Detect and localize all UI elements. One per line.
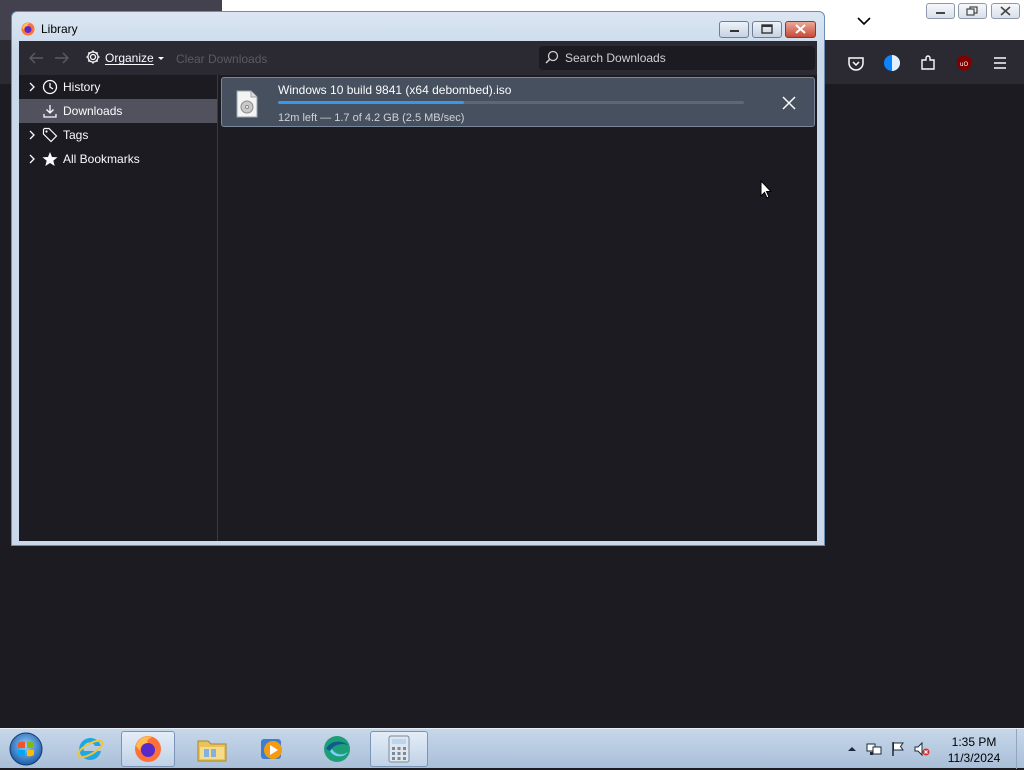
download-icon [42,103,58,119]
library-client-area: Organize Clear Downloads Search Download… [19,41,817,541]
taskbar-green-app[interactable] [310,731,364,767]
download-item[interactable]: Windows 10 build 9841 (x64 debombed).iso… [221,77,815,127]
chevron-right-icon[interactable] [26,81,38,93]
sidebar-item-history[interactable]: History [19,75,217,99]
download-status: 12m left — 1.7 of 4.2 GB (2.5 MB/sec) [278,112,465,124]
taskbar: 1:35 PM 11/3/2024 [0,728,1024,769]
media-player-icon [261,739,282,759]
firefox-icon [135,736,161,762]
svg-text:uO: uO [960,61,969,68]
download-progress-bar [278,101,744,104]
green-app-icon [324,736,350,762]
arrow-left-icon[interactable] [28,51,44,65]
internet-explorer-icon [76,737,104,760]
caret-down-icon [157,51,164,65]
extension-icon[interactable] [882,53,902,73]
taskbar-firefox[interactable] [121,731,175,767]
calculator-icon [388,735,410,763]
background-minimize-button[interactable] [926,3,955,19]
sidebar-item-label: Tags [63,128,89,142]
puzzle-extensions-icon[interactable] [918,53,938,73]
background-restore-button[interactable] [958,3,987,19]
sidebar-item-label: All Bookmarks [63,152,140,166]
folder-icon [197,740,227,762]
organize-button[interactable]: Organize [85,48,164,68]
show-desktop-button[interactable] [1016,729,1024,769]
sidebar-item-label: Downloads [63,104,123,118]
download-progress-fill [278,101,465,104]
library-sidebar: History Downloads Tags All Bookmarks [19,75,218,541]
ublock-origin-icon[interactable]: uO [954,53,974,73]
pocket-icon[interactable] [846,53,866,73]
search-box[interactable] [539,46,815,70]
clock-icon [42,79,58,95]
minimize-button[interactable] [719,21,749,38]
chevron-right-icon[interactable] [26,153,38,165]
start-button[interactable] [6,731,46,767]
gear-icon [85,49,101,68]
sidebar-item-label: History [63,80,101,94]
action-center-flag-icon[interactable] [890,741,906,757]
search-icon [545,50,559,67]
downloads-list: Windows 10 build 9841 (x64 debombed).iso… [219,75,817,541]
taskbar-internet-explorer[interactable] [63,731,117,767]
volume-muted-icon[interactable] [914,741,930,757]
hamburger-menu-icon[interactable] [990,53,1010,73]
organize-label: Organize [105,51,154,65]
background-close-button[interactable] [991,3,1020,19]
close-icon[interactable] [780,94,798,112]
sidebar-item-downloads[interactable]: Downloads [19,99,217,123]
window-title: Library [41,22,78,36]
sidebar-item-all-bookmarks[interactable]: All Bookmarks [19,147,217,171]
disc-image-file-icon [236,90,258,118]
show-hidden-icons-icon[interactable] [844,741,860,757]
sidebar-item-tags[interactable]: Tags [19,123,217,147]
library-window: Library Organize Clear Downloads Search … [11,11,825,546]
firefox-icon [21,22,35,36]
taskbar-file-explorer[interactable] [185,731,239,767]
close-button[interactable] [785,21,816,38]
tag-icon [42,127,58,143]
clock-date[interactable]: 11/3/2024 [934,751,1014,765]
clear-downloads-button[interactable]: Clear Downloads [176,52,267,66]
taskbar-media-player[interactable] [245,731,299,767]
star-icon [42,151,58,167]
arrow-right-icon[interactable] [54,51,70,65]
chevron-right-icon[interactable] [26,129,38,141]
chevron-down-icon[interactable] [853,10,875,32]
library-toolbar: Organize Clear Downloads [19,41,817,75]
search-input[interactable] [563,50,807,66]
network-icon[interactable] [866,741,882,757]
taskbar-calculator[interactable] [370,731,428,767]
mouse-cursor-icon [760,179,773,199]
clock-time[interactable]: 1:35 PM [934,735,1014,749]
maximize-button[interactable] [752,21,782,38]
download-filename: Windows 10 build 9841 (x64 debombed).iso [278,83,512,97]
